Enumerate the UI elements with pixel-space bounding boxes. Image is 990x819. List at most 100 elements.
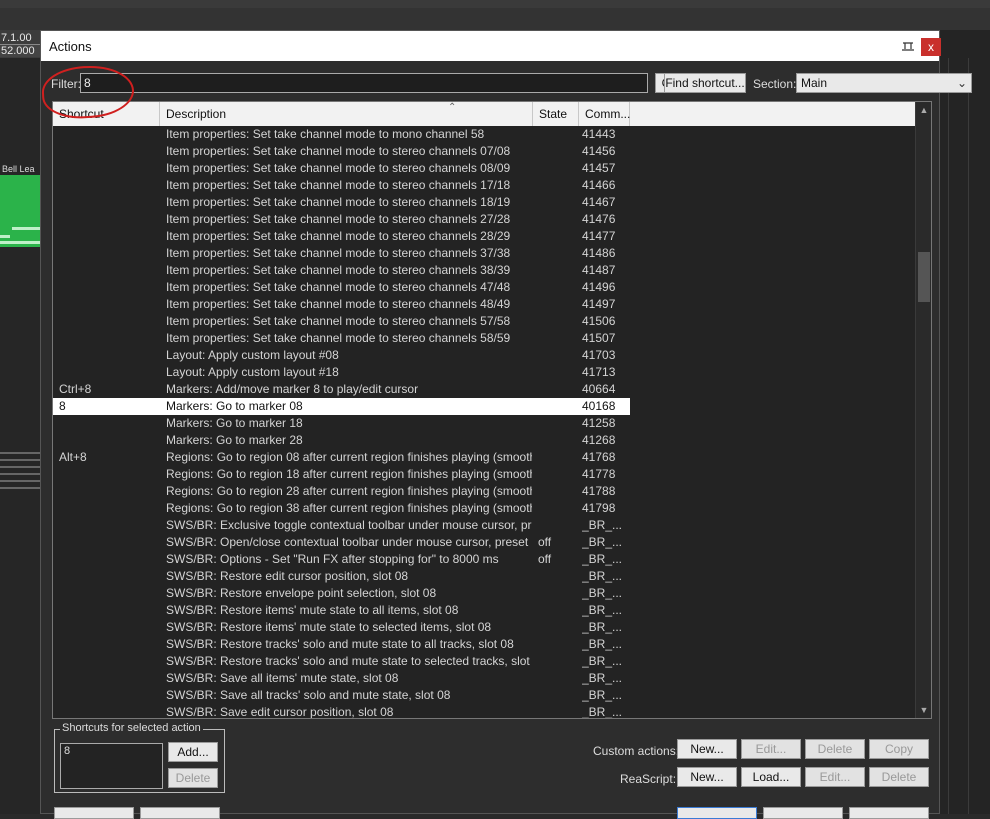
- envelope-lines: [0, 452, 40, 497]
- column-header-state[interactable]: State: [533, 102, 579, 126]
- scroll-down-icon[interactable]: ▼: [916, 702, 931, 718]
- table-row[interactable]: SWS/BR: Options - Set "Run FX after stop…: [53, 551, 915, 568]
- custom-copy-button[interactable]: Copy: [869, 739, 929, 759]
- reascript-new-button[interactable]: New...: [677, 767, 737, 787]
- table-row[interactable]: Item properties: Set take channel mode t…: [53, 296, 915, 313]
- shortcut-cell: Alt+8: [59, 450, 87, 464]
- reascript-delete-button[interactable]: Delete: [869, 767, 929, 787]
- table-row[interactable]: Item properties: Set take channel mode t…: [53, 262, 915, 279]
- table-row[interactable]: Layout: Apply custom layout #08 41703: [53, 347, 915, 364]
- shortcut-item[interactable]: 8: [64, 745, 159, 757]
- description-cell: Regions: Go to region 28 after current r…: [166, 484, 532, 498]
- command-cell: 41456: [582, 144, 616, 158]
- reascript-label: ReaScript:: [620, 772, 677, 786]
- daw-menubar: [0, 0, 990, 8]
- table-row[interactable]: SWS/BR: Restore envelope point selection…: [53, 585, 915, 602]
- command-cell: _BR_...: [582, 586, 623, 600]
- shortcuts-list[interactable]: 8: [60, 743, 163, 789]
- table-row[interactable]: SWS/BR: Save all tracks' solo and mute s…: [53, 687, 915, 704]
- bottom-button[interactable]: [54, 807, 134, 819]
- custom-delete-button[interactable]: Delete: [805, 739, 865, 759]
- description-cell: Item properties: Set take channel mode t…: [166, 195, 511, 209]
- table-row[interactable]: SWS/BR: Open/close contextual toolbar un…: [53, 534, 915, 551]
- table-row[interactable]: Item properties: Set take channel mode t…: [53, 330, 915, 347]
- table-row[interactable]: Item properties: Set take channel mode t…: [53, 211, 915, 228]
- add-shortcut-button[interactable]: Add...: [168, 742, 218, 762]
- table-row[interactable]: SWS/BR: Save all items' mute state, slot…: [53, 670, 915, 687]
- shortcuts-group: Shortcuts for selected action 8 Add... D…: [54, 722, 225, 793]
- command-cell: 41506: [582, 314, 616, 328]
- scroll-up-icon[interactable]: ▲: [916, 102, 931, 118]
- find-shortcut-button[interactable]: Find shortcut...: [664, 73, 746, 93]
- table-row[interactable]: Regions: Go to region 18 after current r…: [53, 466, 915, 483]
- description-cell: Item properties: Set take channel mode t…: [166, 263, 511, 277]
- shortcuts-group-title: Shortcuts for selected action: [60, 722, 203, 734]
- command-cell: 41476: [582, 212, 616, 226]
- column-header-description[interactable]: Description ⌃: [160, 102, 533, 126]
- chevron-down-icon: ⌄: [956, 76, 967, 90]
- media-item[interactable]: [0, 175, 40, 247]
- section-select[interactable]: Main ⌄: [796, 73, 972, 93]
- table-row[interactable]: Item properties: Set take channel mode t…: [53, 177, 915, 194]
- table-row[interactable]: Layout: Apply custom layout #18 41713: [53, 364, 915, 381]
- description-cell: SWS/BR: Restore items' mute state to all…: [166, 603, 459, 617]
- table-row[interactable]: 8 Markers: Go to marker 08 40168: [53, 398, 630, 415]
- description-cell: Item properties: Set take channel mode t…: [166, 280, 511, 294]
- reascript-load-button[interactable]: Load...: [741, 767, 801, 787]
- sort-ascending-icon: ⌃: [448, 102, 457, 113]
- section-label: Section:: [753, 77, 797, 91]
- command-cell: _BR_...: [582, 552, 623, 566]
- description-cell: SWS/BR: Options - Set "Run FX after stop…: [166, 552, 499, 566]
- table-row[interactable]: Item properties: Set take channel mode t…: [53, 160, 915, 177]
- reascript-edit-button[interactable]: Edit...: [805, 767, 865, 787]
- table-row[interactable]: SWS/BR: Restore items' mute state to sel…: [53, 619, 915, 636]
- table-row[interactable]: SWS/BR: Restore tracks' solo and mute st…: [53, 653, 915, 670]
- table-row[interactable]: Markers: Go to marker 28 41268: [53, 432, 915, 449]
- table-row[interactable]: SWS/BR: Restore edit cursor position, sl…: [53, 568, 915, 585]
- table-row[interactable]: Ctrl+8 Markers: Add/move marker 8 to play…: [53, 381, 915, 398]
- bottom-button[interactable]: [140, 807, 220, 819]
- close-icon[interactable]: x: [921, 38, 941, 56]
- custom-edit-button[interactable]: Edit...: [741, 739, 801, 759]
- table-row[interactable]: Item properties: Set take channel mode t…: [53, 194, 915, 211]
- table-row[interactable]: Alt+8 Regions: Go to region 08 after curr…: [53, 449, 915, 466]
- command-cell: 41798: [582, 501, 616, 515]
- bottom-button[interactable]: [763, 807, 843, 819]
- dialog-titlebar[interactable]: Actions x: [41, 31, 941, 61]
- table-row[interactable]: Item properties: Set take channel mode t…: [53, 143, 915, 160]
- column-header-command[interactable]: Comm...: [579, 102, 630, 126]
- delete-shortcut-button[interactable]: Delete: [168, 768, 218, 788]
- command-cell: 41443: [582, 127, 616, 141]
- custom-actions-label: Custom actions:: [593, 744, 680, 758]
- table-row[interactable]: Item properties: Set take channel mode t…: [53, 245, 915, 262]
- command-cell: 41497: [582, 297, 616, 311]
- scrollbar-thumb[interactable]: [918, 252, 930, 302]
- pin-icon[interactable]: [901, 40, 915, 52]
- description-cell: SWS/BR: Restore items' mute state to sel…: [166, 620, 492, 634]
- table-row[interactable]: Markers: Go to marker 18 41258: [53, 415, 915, 432]
- table-row[interactable]: Item properties: Set take channel mode t…: [53, 313, 915, 330]
- dialog-title: Actions: [49, 39, 92, 54]
- shortcut-cell: Ctrl+8: [59, 382, 92, 396]
- bottom-button[interactable]: [677, 807, 757, 819]
- table-row[interactable]: Regions: Go to region 28 after current r…: [53, 483, 915, 500]
- table-row[interactable]: Regions: Go to region 38 after current r…: [53, 500, 915, 517]
- description-cell: SWS/BR: Exclusive toggle contextual tool…: [166, 518, 532, 532]
- column-header-description-label: Description: [166, 107, 227, 121]
- table-row[interactable]: Item properties: Set take channel mode t…: [53, 279, 915, 296]
- bottom-button[interactable]: [849, 807, 929, 819]
- description-cell: Markers: Go to marker 28: [166, 433, 303, 447]
- table-row[interactable]: Item properties: Set take channel mode t…: [53, 228, 915, 245]
- table-row[interactable]: SWS/BR: Exclusive toggle contextual tool…: [53, 517, 915, 534]
- description-cell: Item properties: Set take channel mode t…: [166, 212, 511, 226]
- filter-input[interactable]: [80, 73, 648, 93]
- table-row[interactable]: SWS/BR: Restore tracks' solo and mute st…: [53, 636, 915, 653]
- table-row[interactable]: Item properties: Set take channel mode t…: [53, 126, 915, 143]
- vertical-scrollbar[interactable]: ▲ ▼: [915, 102, 931, 718]
- custom-new-button[interactable]: New...: [677, 739, 737, 759]
- table-row[interactable]: SWS/BR: Save edit cursor position, slot …: [53, 704, 915, 718]
- command-cell: 41703: [582, 348, 616, 362]
- description-cell: Item properties: Set take channel mode t…: [166, 178, 511, 192]
- table-row[interactable]: SWS/BR: Restore items' mute state to all…: [53, 602, 915, 619]
- description-cell: Item properties: Set take channel mode t…: [166, 297, 511, 311]
